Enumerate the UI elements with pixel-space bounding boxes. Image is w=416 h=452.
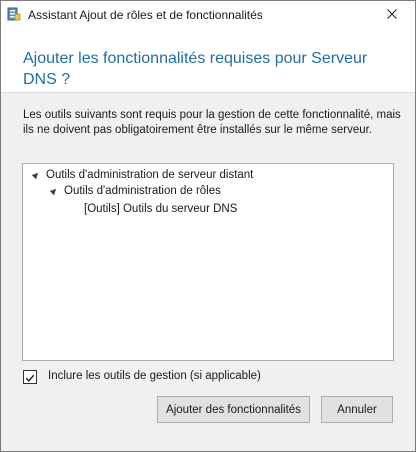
- dialog-header: Ajouter les fonctionnalités requises pou…: [1, 29, 415, 92]
- include-tools-checkbox[interactable]: [23, 370, 37, 384]
- description-text: Les outils suivants sont requis pour la …: [23, 109, 401, 136]
- tree-item-label: Outils d'administration de serveur dista…: [46, 169, 254, 181]
- expand-arrow-icon[interactable]: [49, 186, 59, 196]
- checkmark-icon: [25, 374, 35, 382]
- title-bar[interactable]: Assistant Ajout de rôles et de fonctionn…: [1, 1, 415, 29]
- cancel-button[interactable]: Annuler: [321, 396, 393, 423]
- page-title: Ajouter les fonctionnalités requises pou…: [23, 50, 368, 88]
- window-title: Assistant Ajout de rôles et de fonctionn…: [28, 8, 263, 22]
- server-manager-icon: [7, 7, 21, 21]
- tree-item-dns-server-tools[interactable]: [Outils] Outils du serveur DNS: [84, 202, 237, 217]
- include-tools-label: Inclure les outils de gestion (si applic…: [48, 370, 261, 382]
- features-tree[interactable]: Outils d'administration de serveur dista…: [22, 163, 394, 361]
- add-features-button[interactable]: Ajouter des fonctionnalités: [157, 396, 310, 423]
- tree-item-label: [Outils] Outils du serveur DNS: [84, 203, 238, 215]
- expand-arrow-icon[interactable]: [31, 170, 41, 180]
- close-button[interactable]: [369, 1, 415, 29]
- tree-item-label: Outils d'administration de rôles: [64, 185, 221, 197]
- close-icon: [387, 6, 397, 24]
- dialog-window: Assistant Ajout de rôles et de fonctionn…: [0, 0, 416, 452]
- header-divider: [1, 92, 415, 93]
